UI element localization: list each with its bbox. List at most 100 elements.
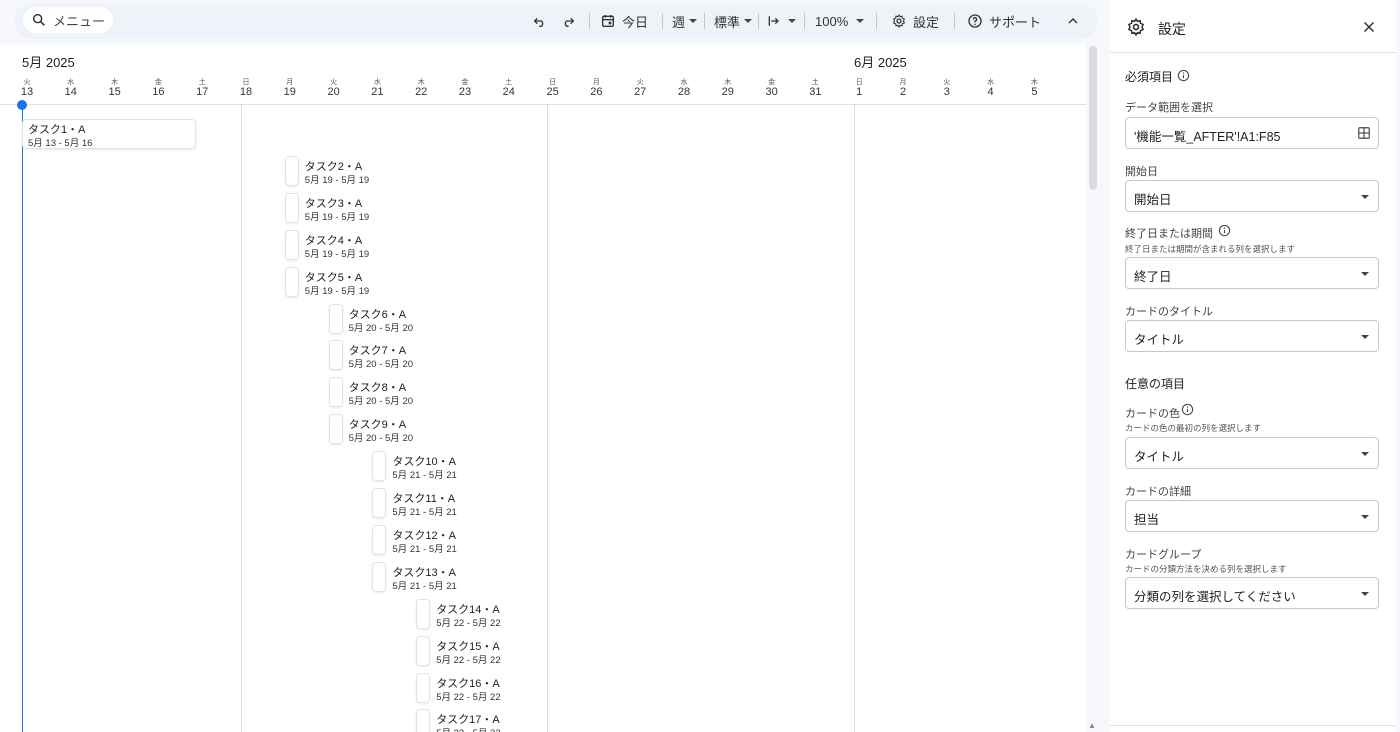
scroll-up-arrow-icon[interactable]: ▲ — [1088, 721, 1096, 730]
settings-panel: 設定 必須項目 データ範囲を選択 '機能一覧_AFTER'!A1:F85 開始日… — [1110, 0, 1396, 732]
task-dates: 5月 19 - 5月 19 — [304, 174, 370, 186]
toolbar-divider — [954, 13, 955, 29]
task-bar[interactable] — [328, 340, 343, 371]
data-range-label: データ範囲を選択 — [1125, 102, 1213, 114]
task-bar[interactable] — [416, 598, 431, 629]
gear-icon — [1127, 17, 1145, 37]
day-number-label: 23 — [458, 86, 472, 98]
task-bar[interactable] — [372, 561, 387, 592]
day-number-label: 28 — [677, 86, 691, 98]
week-divider — [241, 104, 242, 732]
start-date-dropdown[interactable]: 開始日 — [1125, 180, 1379, 212]
chevron-down-icon — [1361, 195, 1369, 199]
info-icon[interactable] — [1218, 224, 1231, 237]
task-bar[interactable] — [416, 709, 431, 732]
task-dates: 5月 13 - 5月 16 — [28, 138, 93, 149]
zoom-label: 100% — [815, 13, 849, 29]
task-bar[interactable] — [284, 266, 299, 297]
task-dates: 5月 19 - 5月 19 — [304, 285, 370, 297]
view-standard-dropdown[interactable]: 標準 — [714, 3, 753, 39]
settings-button[interactable]: 設定 — [891, 3, 939, 39]
settings-label: 設定 — [913, 14, 940, 30]
view-week-dropdown[interactable]: 週 — [672, 3, 698, 39]
day-number-label: 21 — [371, 86, 384, 98]
chevron-down-icon — [1361, 515, 1369, 519]
menu-search-button[interactable]: メニュー — [23, 7, 113, 33]
support-label: サポート — [989, 14, 1042, 30]
close-icon[interactable] — [1360, 18, 1378, 36]
collapse-toolbar-button[interactable] — [1065, 3, 1081, 39]
day-number-label: 30 — [765, 86, 778, 98]
chevron-down-icon — [1361, 335, 1369, 339]
day-number-label: 13 — [20, 86, 34, 98]
card-group-label: カードグループ — [1125, 549, 1202, 561]
task-dates: 5月 20 - 5月 20 — [348, 359, 414, 371]
task-bar[interactable] — [284, 229, 299, 260]
card-group-value: 分類の列を選択してください — [1134, 590, 1296, 604]
chevron-down-icon — [1361, 272, 1369, 276]
optional-section-title: 任意の項目 — [1125, 377, 1186, 391]
day-number-label: 2 — [899, 86, 907, 98]
card-detail-value: 担当 — [1134, 513, 1160, 527]
card-color-label: カードの色 — [1125, 408, 1180, 420]
start-date-value: 開始日 — [1134, 193, 1172, 207]
day-number-label: 31 — [809, 86, 822, 98]
start-date-label: 開始日 — [1125, 166, 1158, 178]
month-label-may: 5月 2025 — [22, 55, 75, 70]
task-bar[interactable] — [416, 672, 431, 703]
end-date-dropdown[interactable]: 終了日 — [1125, 257, 1379, 289]
info-icon[interactable] — [1177, 69, 1190, 82]
day-number-label: 5 — [1031, 86, 1038, 98]
redo-button[interactable] — [560, 3, 576, 39]
task-dates: 5月 20 - 5月 20 — [348, 396, 414, 408]
card-color-value: タイトル — [1134, 450, 1185, 464]
zoom-dropdown[interactable]: 100% — [815, 3, 865, 39]
support-button[interactable]: サポート — [967, 3, 1041, 39]
card-detail-dropdown[interactable]: 担当 — [1125, 500, 1379, 532]
grid-icon[interactable] — [1357, 126, 1371, 140]
toolbar-divider — [758, 13, 759, 29]
today-button[interactable]: 今日 — [600, 3, 648, 39]
task-bar[interactable] — [328, 414, 343, 445]
view-week-label: 週 — [672, 14, 686, 30]
undo-button[interactable] — [532, 3, 548, 39]
card-color-dropdown[interactable]: タイトル — [1125, 437, 1379, 469]
task-bar[interactable] — [372, 488, 387, 518]
jump-to-icon — [768, 16, 779, 26]
panel-footer-divider — [1110, 725, 1396, 726]
header-divider — [0, 104, 1086, 105]
task-dates: 5月 22 - 5月 22 — [436, 654, 501, 666]
chevron-down-icon — [856, 19, 865, 23]
month-divider — [854, 104, 855, 732]
task-bar[interactable] — [284, 155, 299, 186]
today-label: 今日 — [622, 14, 649, 30]
task-bar[interactable] — [328, 377, 343, 408]
task-dates: 5月 19 - 5月 19 — [304, 248, 370, 260]
task-dates: 5月 21 - 5月 21 — [392, 580, 457, 592]
day-number-label: 15 — [108, 86, 121, 98]
task-bar[interactable] — [416, 635, 431, 666]
data-range-field[interactable]: '機能一覧_AFTER'!A1:F85 — [1125, 117, 1379, 149]
task-bar[interactable] — [284, 192, 299, 223]
toolbar-divider — [804, 13, 805, 29]
day-number-label: 18 — [239, 86, 253, 98]
vertical-scrollbar[interactable]: ▲ — [1086, 44, 1100, 732]
day-number-label: 19 — [283, 86, 296, 98]
toolbar: メニュー 今日 週 標準 100% 設定 サポート — [14, 3, 1098, 39]
task-dates: 5月 21 - 5月 21 — [392, 543, 457, 555]
task-dates: 5月 22 - 5月 22 — [436, 691, 501, 703]
card-title-dropdown[interactable]: タイトル — [1125, 320, 1379, 352]
task-dates: 5月 21 - 5月 21 — [392, 470, 457, 482]
jump-to-dropdown[interactable] — [766, 3, 796, 39]
panel-header: 設定 — [1110, 0, 1396, 53]
scrollbar-thumb[interactable] — [1089, 46, 1097, 190]
card-group-help: カードの分類方法を決める列を選択します — [1125, 564, 1287, 574]
chevron-down-icon — [744, 19, 753, 23]
toolbar-divider — [662, 13, 663, 29]
card-group-dropdown[interactable]: 分類の列を選択してください — [1125, 577, 1379, 609]
day-number-label: 1 — [856, 86, 863, 98]
info-icon[interactable] — [1181, 403, 1194, 416]
task-bar[interactable] — [372, 451, 387, 482]
task-bar[interactable] — [372, 524, 387, 555]
task-bar[interactable] — [328, 303, 343, 334]
